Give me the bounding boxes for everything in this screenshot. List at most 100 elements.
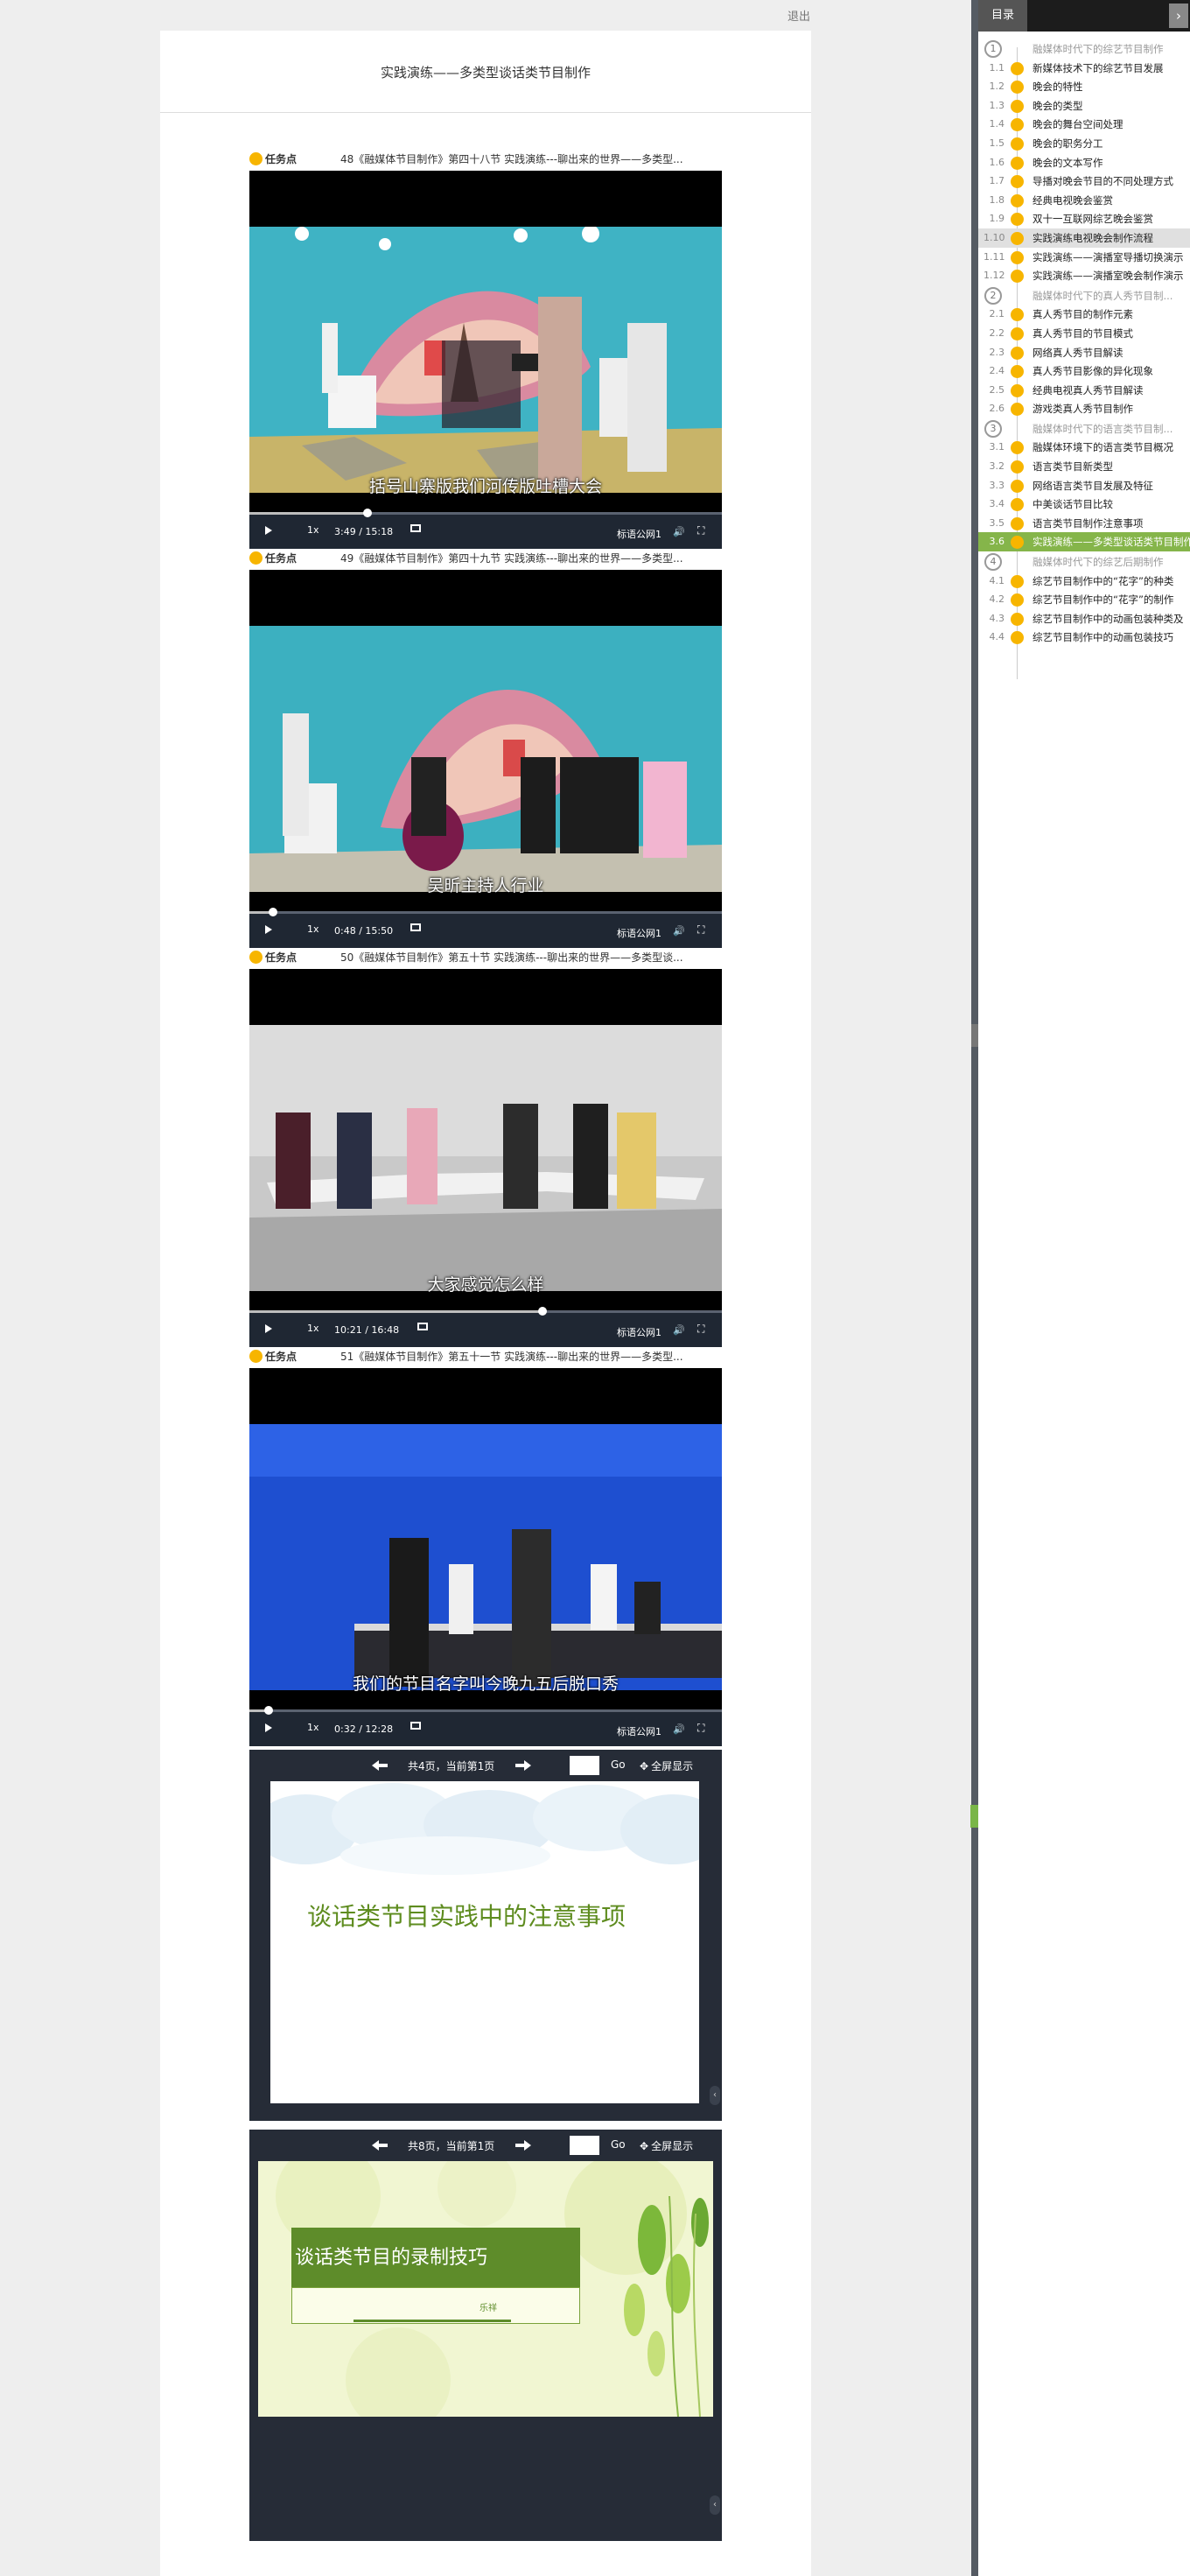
ppt-slide-2: 谈话类节目的录制技巧 乐祥	[258, 2161, 713, 2417]
toc-section-item[interactable]: 1.5 晚会的职务分工	[978, 134, 1190, 153]
section-title: 真人秀节目的节目模式	[1032, 326, 1133, 340]
chapter-number-badge: 3	[984, 419, 1002, 438]
page-number-input[interactable]	[570, 2136, 599, 2155]
go-button[interactable]: Go	[611, 2138, 626, 2151]
subtitle-icon[interactable]	[410, 923, 421, 931]
playback-speed-button[interactable]: 1x	[307, 1722, 319, 1733]
toc-chapter[interactable]: 4 融媒体时代下的综艺后期制作	[978, 551, 1190, 572]
ppt-fullscreen-button[interactable]: ✥ 全屏显示	[640, 2138, 693, 2153]
fullscreen-icon[interactable]: ⛶	[697, 1323, 704, 1336]
video-progress-bar[interactable]	[249, 908, 722, 916]
line-select-button[interactable]: 标语公网1	[617, 1724, 662, 1738]
video-progress-knob[interactable]	[269, 908, 277, 916]
slide-title-banner: 谈话类节目的录制技巧	[291, 2228, 580, 2287]
subtitle-icon[interactable]	[410, 1722, 421, 1730]
task-title: 48《融媒体节目制作》第四十八节 实践演练---聊出来的世界——多类型...	[340, 153, 683, 165]
playback-speed-button[interactable]: 1x	[307, 1323, 319, 1334]
toc-section-item[interactable]: 3.3 网络语言类节目发展及特征	[978, 476, 1190, 495]
splitter-grip[interactable]	[971, 1024, 978, 1047]
volume-icon[interactable]: 🔊	[673, 925, 685, 937]
line-select-button[interactable]: 标语公网1	[617, 1325, 662, 1339]
toc-section-item[interactable]: 2.4 真人秀节目影像的异化现象	[978, 361, 1190, 381]
toc-section-item[interactable]: 1.4 晚会的舞台空间处理	[978, 115, 1190, 134]
subtitle-icon[interactable]	[417, 1323, 428, 1330]
toc-section-item[interactable]: 3.6 实践演练——多类型谈话类节目制作	[978, 532, 1190, 552]
fullscreen-icon[interactable]: ⛶	[697, 1722, 704, 1735]
video-progress-bar[interactable]	[249, 1706, 722, 1715]
video-progress-bar[interactable]	[249, 1307, 722, 1316]
prev-page-icon[interactable]	[372, 1759, 389, 1772]
video-progress-bar[interactable]	[249, 509, 722, 517]
next-page-icon[interactable]	[514, 1759, 531, 1772]
toc-section-item[interactable]: 1.9 双十一互联网综艺晚会鉴赏	[978, 209, 1190, 228]
toc-section-item[interactable]: 2.5 经典电视真人秀节目解读	[978, 381, 1190, 400]
toc-section-item[interactable]: 1.2 晚会的特性	[978, 77, 1190, 96]
toc-section-item[interactable]: 1.3 晚会的类型	[978, 96, 1190, 116]
section-title: 新媒体技术下的综艺节目发展	[1032, 61, 1164, 74]
toc-chapter[interactable]: 2 融媒体时代下的真人秀节目制...	[978, 285, 1190, 305]
slide-underline	[354, 2320, 511, 2322]
splitter-toggle[interactable]	[970, 1805, 978, 1828]
video-player-50[interactable]: 大家感觉怎么样 1x 10:21 / 16:48 标语公网1 🔊 ⛶	[249, 969, 722, 1347]
toc-section-item[interactable]: 4.4 综艺节目制作中的动画包装技巧	[978, 628, 1190, 647]
volume-icon[interactable]: 🔊	[673, 1324, 685, 1336]
fullscreen-icon[interactable]: ⛶	[697, 524, 704, 537]
toc-section-item[interactable]: 1.11 实践演练——演播室导播切换演示	[978, 248, 1190, 267]
page-number-input[interactable]	[570, 1756, 599, 1775]
toc-section-item[interactable]: 2.6 游戏类真人秀节目制作	[978, 399, 1190, 418]
tab-toc[interactable]: 目录	[978, 0, 1027, 32]
fullscreen-icon[interactable]: ⛶	[697, 923, 704, 937]
toc-section-item[interactable]: 4.3 综艺节目制作中的动画包装种类及	[978, 609, 1190, 628]
video-progress-knob[interactable]	[537, 1307, 547, 1316]
playback-speed-button[interactable]: 1x	[307, 524, 319, 536]
prev-page-icon[interactable]	[372, 2139, 389, 2151]
play-icon[interactable]	[265, 925, 272, 934]
section-number: 1.2	[989, 81, 1005, 93]
toc-chapter[interactable]: 1 融媒体时代下的综艺节目制作	[978, 39, 1190, 59]
play-icon[interactable]	[265, 1723, 272, 1732]
video-player-48[interactable]: 括号山寨版我们河传版吐槽大会 1x 3:49 / 15:18 标语公网1 🔊 ⛶	[249, 171, 722, 549]
ppt-viewer-1: 共4页，当前第1页 Go ✥ 全屏显示 谈话类节目实践中的注意事项 ‹	[249, 1750, 722, 2121]
toc-section-item[interactable]: 1.8 经典电视晚会鉴赏	[978, 191, 1190, 210]
toc-section-item[interactable]: 2.3 网络真人秀节目解读	[978, 343, 1190, 362]
video-progress-knob[interactable]	[263, 1706, 273, 1715]
toc-section-item[interactable]: 2.1 真人秀节目的制作元素	[978, 305, 1190, 324]
next-page-icon[interactable]	[514, 2139, 531, 2151]
toc-section-item[interactable]: 1.10 实践演练电视晚会制作流程	[978, 228, 1190, 248]
toc-section-item[interactable]: 1.7 导播对晚会节目的不同处理方式	[978, 172, 1190, 191]
toc-section-item[interactable]: 3.4 中美谈话节目比较	[978, 495, 1190, 514]
slide-author: 乐祥	[480, 2304, 497, 2313]
ppt-collapse-icon[interactable]: ‹	[710, 2086, 720, 2105]
video-player-51[interactable]: 我们的节目名字叫今晚九五后脱口秀 1x 0:32 / 12:28 标语公网1 🔊…	[249, 1368, 722, 1746]
volume-icon[interactable]: 🔊	[673, 1723, 685, 1735]
play-icon[interactable]	[265, 1324, 272, 1333]
ppt-fullscreen-button[interactable]: ✥ 全屏显示	[640, 1758, 693, 1773]
toc-section-item[interactable]: 1.6 晚会的文本写作	[978, 153, 1190, 172]
video-progress-knob[interactable]	[363, 509, 372, 517]
task-header-50: 任务点 50《融媒体节目制作》第五十节 实践演练---聊出来的世界——多类型谈..…	[249, 950, 722, 965]
toc-section-item[interactable]: 3.2 语言类节目新类型	[978, 457, 1190, 476]
play-icon[interactable]	[265, 526, 272, 535]
playback-speed-button[interactable]: 1x	[307, 923, 319, 935]
collapse-sidebar-icon[interactable]: ›	[1169, 4, 1188, 28]
toc-section-item[interactable]: 1.12 实践演练——演播室晚会制作演示	[978, 266, 1190, 285]
toc-section-item[interactable]: 1.1 新媒体技术下的综艺节目发展	[978, 59, 1190, 78]
toc-section-item[interactable]: 3.5 语言类节目制作注意事项	[978, 514, 1190, 533]
slide-author-box: 乐祥	[291, 2287, 580, 2324]
ppt-collapse-icon[interactable]: ‹	[710, 2495, 720, 2515]
toc-section-item[interactable]: 4.1 综艺节目制作中的“花字”的种类	[978, 572, 1190, 591]
subtitle-icon[interactable]	[410, 524, 421, 532]
line-select-button[interactable]: 标语公网1	[617, 926, 662, 940]
toc-section-item[interactable]: 2.2 真人秀节目的节目模式	[978, 324, 1190, 343]
toc-section-item[interactable]: 3.1 融媒体环境下的语言类节目概况	[978, 438, 1190, 457]
logout-link[interactable]: 退出	[788, 7, 810, 24]
video-frame-host-classroom	[249, 626, 722, 892]
go-button[interactable]: Go	[611, 1758, 626, 1771]
volume-icon[interactable]: 🔊	[673, 526, 685, 537]
toc-chapter[interactable]: 3 融媒体时代下的语言类节目制...	[978, 418, 1190, 439]
toc-section-item[interactable]: 4.2 综艺节目制作中的“花字”的制作	[978, 590, 1190, 609]
panel-splitter[interactable]	[971, 0, 978, 2576]
chapter-number-badge: 4	[984, 553, 1002, 572]
video-player-49[interactable]: 吴昕主持人行业 1x 0:48 / 15:50 标语公网1 🔊 ⛶	[249, 570, 722, 948]
line-select-button[interactable]: 标语公网1	[617, 527, 662, 541]
